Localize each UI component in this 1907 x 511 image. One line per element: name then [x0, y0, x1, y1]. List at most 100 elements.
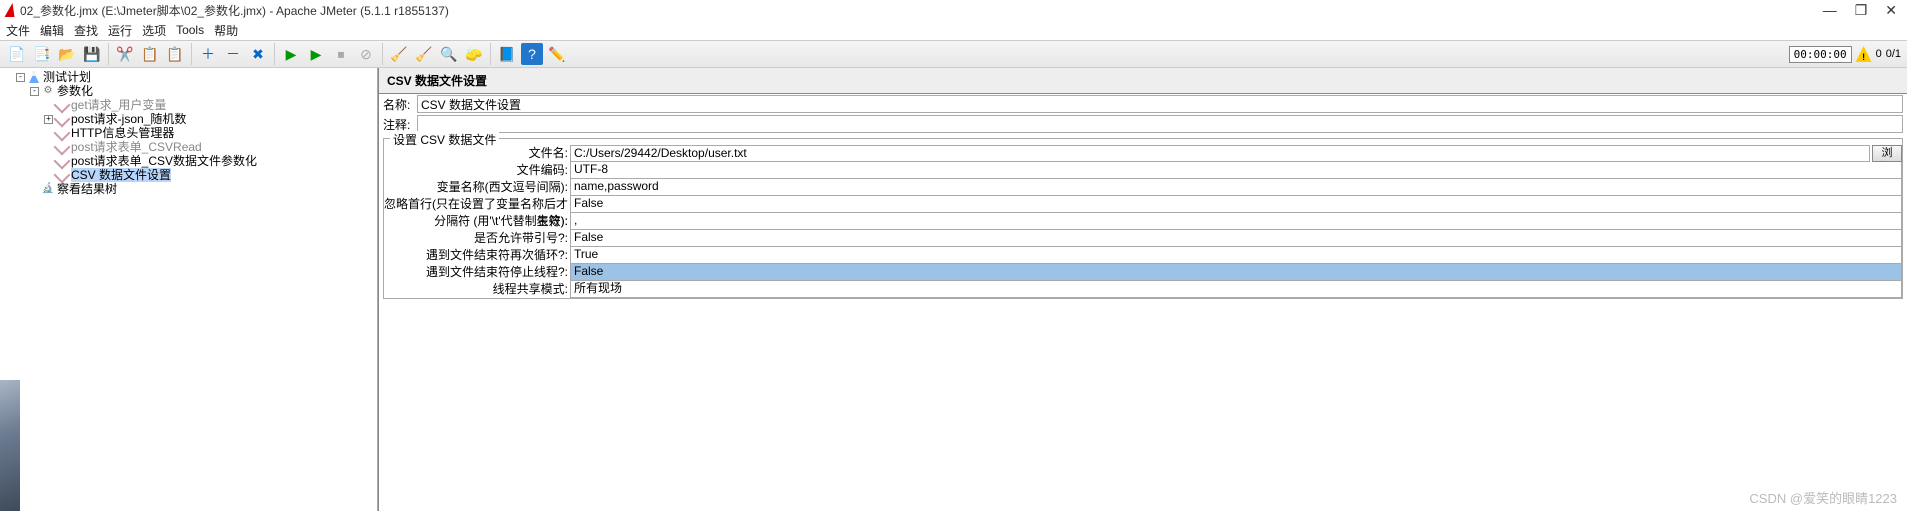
collapse-button[interactable]: －	[222, 43, 244, 65]
menubar: 文件 编辑 查找 运行 选项 Tools 帮助	[0, 20, 1907, 40]
config-value[interactable]: UTF-8	[570, 162, 1902, 179]
ico-scope-icon: 🔬	[41, 182, 55, 196]
tree-item[interactable]: get请求_用户变量	[0, 98, 377, 112]
minimize-button[interactable]: —	[1823, 2, 1837, 19]
test-plan-tree[interactable]: -测试计划-⚙参数化get请求_用户变量+post请求-json_随机数HTTP…	[0, 68, 378, 511]
csv-fieldset: 设置 CSV 数据文件 文件名:C:/Users/29442/Desktop/u…	[383, 138, 1903, 299]
twisty-icon[interactable]	[44, 101, 53, 110]
menu-run[interactable]: 运行	[108, 22, 132, 39]
config-label: 线程共享模式:	[384, 281, 570, 298]
shutdown-button[interactable]: ⊘	[355, 43, 377, 65]
help-button[interactable]: ?	[521, 43, 543, 65]
name-label: 名称:	[383, 96, 417, 113]
toolbar: 📄 📑 📂 💾 ✂️ 📋 📋 ＋ － ✖ ▶ ▶ ⏹ ⊘ 🧹 🧹 🔍 🧽 📘 ?…	[0, 40, 1907, 68]
stop-button[interactable]: ⏹	[330, 43, 352, 65]
new-button[interactable]: 📄	[6, 43, 28, 65]
config-label: 文件编码:	[384, 162, 570, 179]
clear-all-button[interactable]: 🧹	[413, 43, 435, 65]
tree-item[interactable]: CSV 数据文件设置	[0, 168, 377, 182]
name-input[interactable]	[417, 95, 1903, 113]
fieldset-legend: 设置 CSV 数据文件	[390, 131, 499, 148]
tree-item-label: 察看结果树	[57, 182, 117, 196]
config-label: 分隔符 (用'\t'代替制表符):	[384, 213, 570, 230]
close-button[interactable]: ✕	[1885, 2, 1897, 19]
config-label: 是否允许带引号?:	[384, 230, 570, 247]
config-label: 遇到文件结束符停止线程?:	[384, 264, 570, 281]
config-row: 忽略首行(只在设置了变量名称后才生效):False	[384, 196, 1902, 213]
elapsed-timer: 00:00:00	[1789, 46, 1852, 63]
clear-button[interactable]: 🧹	[388, 43, 410, 65]
twisty-icon[interactable]	[30, 185, 39, 194]
config-value[interactable]: False	[570, 264, 1902, 281]
twisty-icon[interactable]: +	[44, 115, 53, 124]
templates-button[interactable]: 📑	[31, 43, 53, 65]
function-helper-button[interactable]: 📘	[496, 43, 518, 65]
template-edit-button[interactable]: ✏️	[546, 43, 568, 65]
tree-item[interactable]: -⚙参数化	[0, 84, 377, 98]
menu-edit[interactable]: 编辑	[40, 22, 64, 39]
twisty-icon[interactable]	[44, 157, 53, 166]
tree-item-label: post请求-json_随机数	[71, 112, 186, 126]
reset-search-button[interactable]: 🧽	[463, 43, 485, 65]
copy-button[interactable]: 📋	[139, 43, 161, 65]
config-value[interactable]: False	[570, 196, 1902, 213]
config-value[interactable]: ,	[570, 213, 1902, 230]
menu-search[interactable]: 查找	[74, 22, 98, 39]
tree-item[interactable]: 🔬察看结果树	[0, 182, 377, 196]
start-button[interactable]: ▶	[280, 43, 302, 65]
twisty-icon[interactable]	[44, 171, 53, 180]
config-row: 文件名:C:/Users/29442/Desktop/user.txt浏览...	[384, 145, 1902, 162]
titlebar: 02_参数化.jmx (E:\Jmeter脚本\02_参数化.jmx) - Ap…	[0, 0, 1907, 20]
tree-item[interactable]: - 测试计划	[0, 70, 377, 84]
config-panel: CSV 数据文件设置 名称: 注释: 设置 CSV 数据文件 文件名:C:/Us…	[378, 68, 1907, 511]
tree-item-label: 测试计划	[43, 70, 91, 84]
config-label: 变量名称(西文逗号间隔):	[384, 179, 570, 196]
twisty-icon[interactable]: -	[16, 73, 25, 82]
config-value[interactable]: 所有现场	[570, 281, 1902, 298]
app-icon	[5, 3, 18, 17]
config-label: 遇到文件结束符再次循环?:	[384, 247, 570, 264]
comment-label: 注释:	[383, 116, 417, 133]
menu-options[interactable]: 选项	[142, 22, 166, 39]
panel-title: CSV 数据文件设置	[379, 68, 1907, 94]
paste-button[interactable]: 📋	[164, 43, 186, 65]
tree-item[interactable]: + post请求-json_随机数	[0, 112, 377, 126]
thread-count: 0/1	[1886, 48, 1901, 60]
cut-button[interactable]: ✂️	[114, 43, 136, 65]
ico-gear-icon: ⚙	[41, 84, 55, 98]
search-button[interactable]: 🔍	[438, 43, 460, 65]
config-row: 是否允许带引号?:False	[384, 230, 1902, 247]
config-value[interactable]: name,password	[570, 179, 1902, 196]
warning-icon[interactable]: !	[1856, 46, 1872, 62]
ico-pipette-icon	[55, 168, 69, 182]
toggle-button[interactable]: ✖	[247, 43, 269, 65]
menu-file[interactable]: 文件	[6, 22, 30, 39]
open-button[interactable]: 📂	[56, 43, 78, 65]
menu-help[interactable]: 帮助	[214, 22, 238, 39]
start-no-pause-button[interactable]: ▶	[305, 43, 327, 65]
config-value[interactable]: C:/Users/29442/Desktop/user.txt	[570, 145, 1870, 162]
browse-button[interactable]: 浏览...	[1872, 145, 1902, 162]
tree-item-label: 参数化	[57, 84, 93, 98]
watermark: CSDN @爱笑的眼睛1223	[1749, 488, 1897, 507]
tree-item[interactable]: post请求表单_CSV数据文件参数化	[0, 154, 377, 168]
maximize-button[interactable]: ❐	[1855, 2, 1868, 19]
twisty-icon[interactable]: -	[30, 87, 39, 96]
warn-count: 0	[1876, 48, 1882, 60]
twisty-icon[interactable]	[44, 129, 53, 138]
tree-item[interactable]: HTTP信息头管理器	[0, 126, 377, 140]
expand-button[interactable]: ＋	[197, 43, 219, 65]
save-button[interactable]: 💾	[81, 43, 103, 65]
twisty-icon[interactable]	[44, 143, 53, 152]
tree-item[interactable]: post请求表单_CSVRead	[0, 140, 377, 154]
tree-item-label: post请求表单_CSVRead	[71, 140, 202, 154]
config-value[interactable]: True	[570, 247, 1902, 264]
tree-item-label: get请求_用户变量	[71, 98, 166, 112]
menu-tools[interactable]: Tools	[176, 23, 204, 37]
config-value[interactable]: False	[570, 230, 1902, 247]
window-title: 02_参数化.jmx (E:\Jmeter脚本\02_参数化.jmx) - Ap…	[20, 2, 1823, 19]
tree-item-label: post请求表单_CSV数据文件参数化	[71, 154, 257, 168]
desktop-strip	[0, 380, 20, 511]
comment-input[interactable]	[417, 115, 1903, 133]
ico-flask-icon	[27, 70, 41, 84]
